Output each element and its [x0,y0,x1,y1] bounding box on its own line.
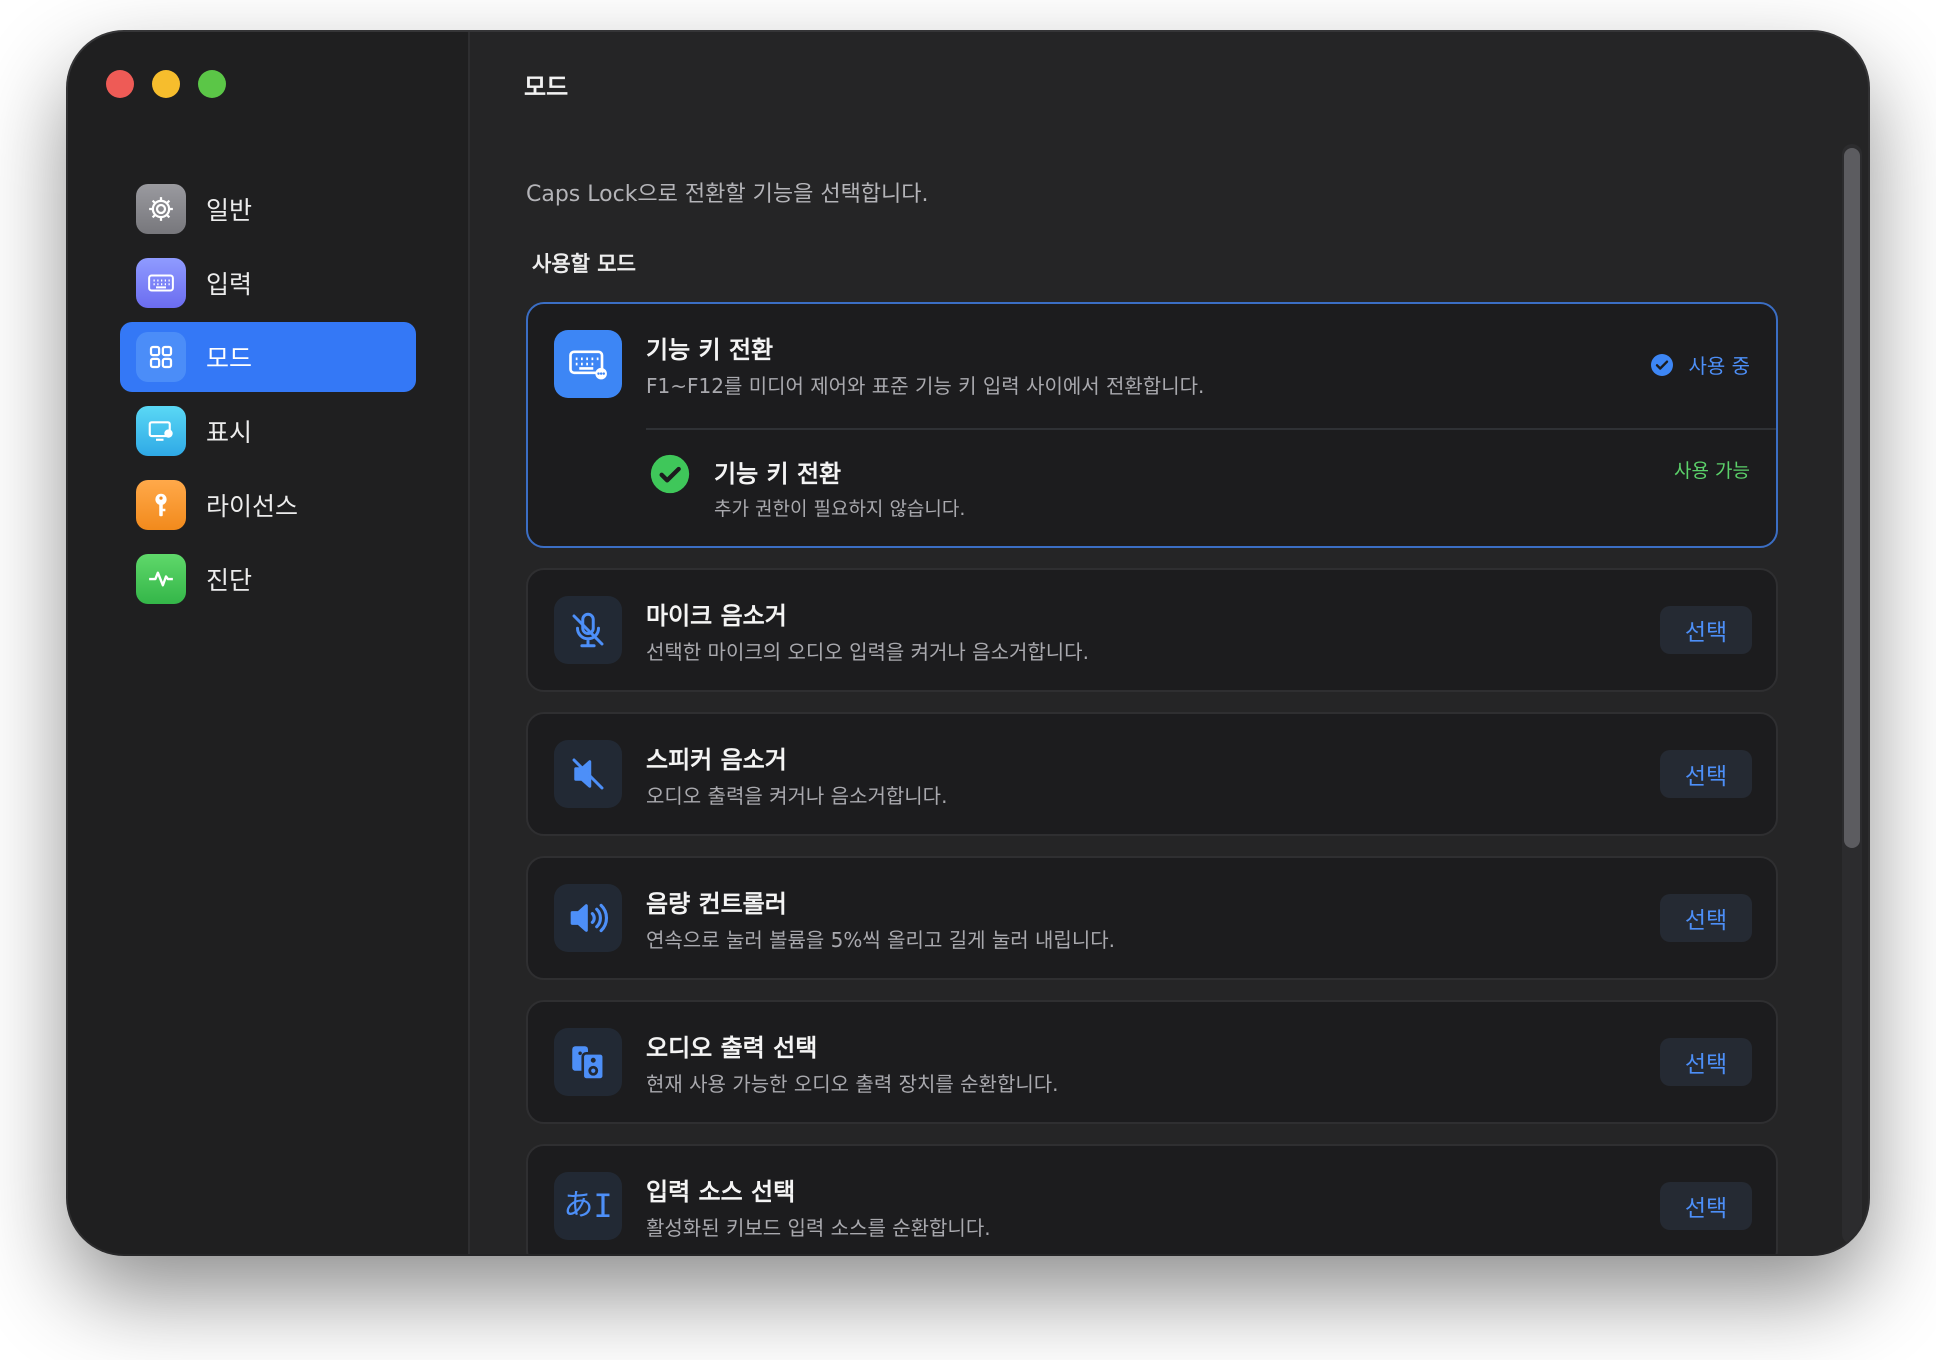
speakers-icon [554,1028,622,1096]
minimize-button[interactable] [152,70,180,98]
mode-card-audio-output: 오디오 출력 선택 현재 사용 가능한 오디오 출력 장치를 순환합니다. 선택 [526,1000,1778,1124]
section-title: 사용할 모드 [532,252,636,276]
mode-title: 음량 컨트롤러 [646,890,787,918]
mode-title: 기능 키 전환 [646,336,774,364]
sidebar-item-general[interactable]: 일반 [120,174,416,244]
sidebar-item-label: 입력 [206,270,253,299]
sidebar-item-license[interactable]: 라이선스 [120,470,416,540]
keyboard-icon [136,258,186,308]
select-mic-mute-button[interactable]: 선택 [1660,606,1752,654]
main-panel: 모드 Caps Lock으로 전환할 기능을 선택합니다. 사용할 모드 기능 … [470,32,1868,1254]
mode-content: Caps Lock으로 전환할 기능을 선택합니다. 사용할 모드 기능 키 전… [526,136,1778,1254]
select-audio-output-button[interactable]: 선택 [1660,1038,1752,1086]
pulse-icon [136,554,186,604]
requirement-subtitle: 추가 권한이 필요하지 않습니다. [714,498,966,520]
in-use-label: 사용 중 [1688,354,1750,378]
speaker-mute-icon [554,740,622,808]
mode-subtitle: 연속으로 눌러 볼륨을 5%씩 올리고 길게 눌러 내립니다. [646,928,1115,952]
settings-window: 일반 입력 모드 표시 라이선스 진단 모드 Caps Lock으로 전환할 기… [68,32,1868,1254]
mode-card-speaker-mute: 스피커 음소거 오디오 출력을 켜거나 음소거합니다. 선택 [526,712,1778,836]
sidebar-item-label: 라이선스 [206,492,299,521]
zoom-button[interactable] [198,70,226,98]
mode-title: 오디오 출력 선택 [646,1034,818,1062]
text-cursor-icon: I [593,1187,613,1225]
card-divider [646,428,1776,430]
sidebar-nav: 일반 입력 모드 표시 라이선스 진단 [120,174,416,618]
sidebar-item-display[interactable]: 표시 [120,396,416,466]
volume-icon [554,884,622,952]
mic-mute-icon [554,596,622,664]
page-title: 모드 [524,72,569,101]
sidebar-item-diagnostics[interactable]: 진단 [120,544,416,614]
sidebar-item-input[interactable]: 입력 [120,248,416,318]
available-badge: 사용 가능 [1674,460,1750,482]
gear-icon [136,184,186,234]
mode-subtitle: 오디오 출력을 켜거나 음소거합니다. [646,784,948,808]
close-button[interactable] [106,70,134,98]
mode-card-volume: 음량 컨트롤러 연속으로 눌러 볼륨을 5%씩 올리고 길게 눌러 내립니다. … [526,856,1778,980]
sidebar-item-label: 표시 [206,418,253,447]
page-description: Caps Lock으로 전환할 기능을 선택합니다. [526,182,929,207]
scroll-thumb[interactable] [1844,148,1860,848]
mode-subtitle: 활성화된 키보드 입력 소스를 순환합니다. [646,1216,991,1240]
select-input-source-button[interactable]: 선택 [1660,1182,1752,1230]
input-source-icon: あ I [554,1172,622,1240]
function-key-icon [554,330,622,398]
grid-icon [136,332,186,382]
requirement-title: 기능 키 전환 [714,460,842,488]
sidebar-item-label: 일반 [206,196,253,225]
select-speaker-mute-button[interactable]: 선택 [1660,750,1752,798]
scrollbar[interactable] [1842,144,1862,1244]
mode-title: 입력 소스 선택 [646,1178,796,1206]
mode-title: 마이크 음소거 [646,602,787,630]
input-source-glyph: あ [563,1188,594,1223]
mode-card-input-source: あ I 입력 소스 선택 활성화된 키보드 입력 소스를 순환합니다. 선택 [526,1144,1778,1254]
mode-card-mic-mute: 마이크 음소거 선택한 마이크의 오디오 입력을 켜거나 음소거합니다. 선택 [526,568,1778,692]
checkmark-circle-icon [1651,353,1674,376]
success-check-icon [650,454,690,494]
mode-subtitle: F1~F12를 미디어 제어와 표준 기능 키 입력 사이에서 전환합니다. [646,374,1205,398]
window-controls [106,70,226,98]
sidebar: 일반 입력 모드 표시 라이선스 진단 [68,32,470,1254]
sidebar-item-mode[interactable]: 모드 [120,322,416,392]
sidebar-item-label: 진단 [206,566,253,595]
select-volume-button[interactable]: 선택 [1660,894,1752,942]
in-use-badge: 사용 중 [1650,350,1750,379]
mode-subtitle: 현재 사용 가능한 오디오 출력 장치를 순환합니다. [646,1072,1059,1096]
mode-subtitle: 선택한 마이크의 오디오 입력을 켜거나 음소거합니다. [646,640,1089,664]
mode-title: 스피커 음소거 [646,746,787,774]
selected-mode-card[interactable]: 기능 키 전환 F1~F12를 미디어 제어와 표준 기능 키 입력 사이에서 … [526,302,1778,548]
sidebar-item-label: 모드 [206,344,253,373]
display-icon [136,406,186,456]
key-icon [136,480,186,530]
